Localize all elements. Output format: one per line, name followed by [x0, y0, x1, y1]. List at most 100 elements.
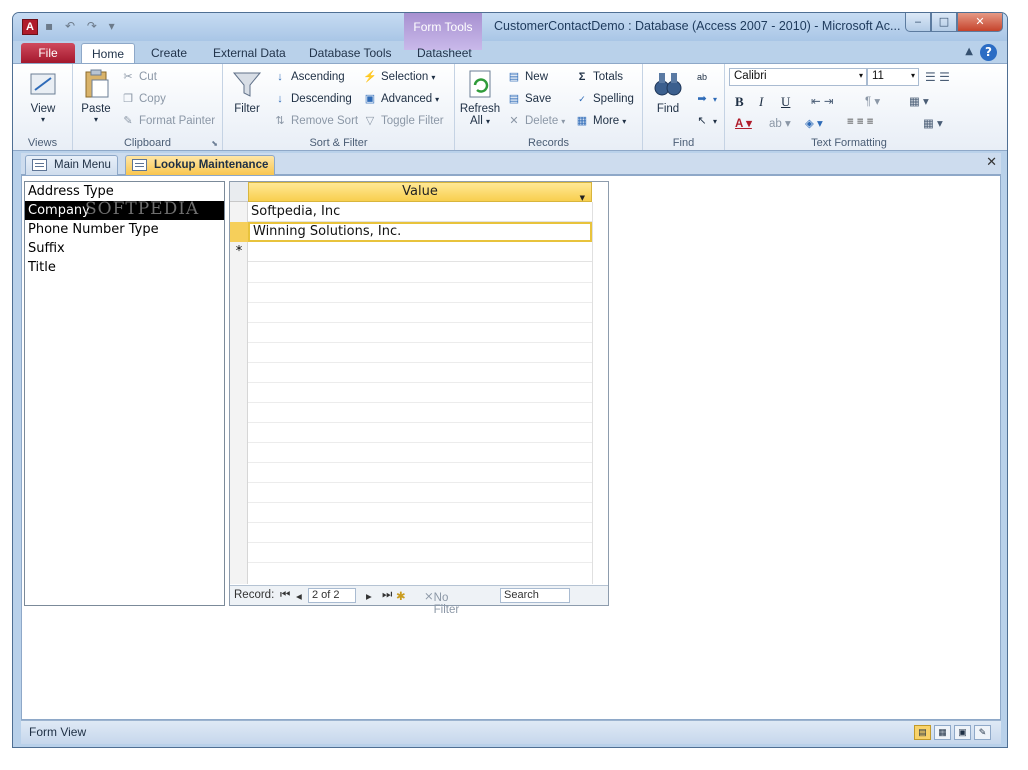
list-item[interactable]: Title	[25, 258, 224, 277]
no-filter-button[interactable]: ⨯ No Filter	[424, 589, 459, 616]
record-navigation-bar: Record: ⏮ ◂ 2 of 2 ▸ ⏭ ✱ ⨯ No Filter Sea…	[230, 585, 608, 616]
previous-record-icon[interactable]: ◂	[296, 589, 302, 603]
alternate-row-color-icon[interactable]: ▦ ▾	[923, 116, 943, 130]
ascending-button[interactable]: ↓ Ascending	[273, 70, 344, 84]
close-button[interactable]: ✕	[957, 13, 1003, 32]
tab-file[interactable]: File	[21, 43, 75, 63]
find-button[interactable]: Find	[645, 68, 691, 115]
search-input[interactable]: Search	[500, 588, 570, 603]
quick-access-toolbar[interactable]: ▪ ↶ ↷ ▾	[45, 19, 119, 33]
italic-icon[interactable]: I	[759, 94, 763, 110]
datasheet-view-icon[interactable]: ▦	[934, 725, 951, 740]
new-record-marker[interactable]: *	[230, 242, 248, 262]
font-name-select[interactable]: Calibri ▾	[729, 68, 867, 86]
next-record-icon[interactable]: ▸	[366, 589, 372, 603]
tab-main-menu[interactable]: Main Menu	[25, 155, 118, 175]
group-label-find: Find	[672, 137, 695, 149]
title-bar: A ▪ ↶ ↷ ▾ Form Tools CustomerContactDemo…	[13, 13, 1007, 50]
replace-icon[interactable]: ab	[695, 70, 713, 84]
refresh-all-button[interactable]: Refresh All ▾	[457, 68, 503, 127]
column-header-value[interactable]: Value ▼	[248, 182, 592, 202]
table-row-current[interactable]: Winning Solutions, Inc.	[248, 222, 592, 242]
paste-button[interactable]: Paste ▾	[77, 68, 115, 124]
list-item-selected[interactable]: Company SOFTPEDIA	[25, 200, 224, 220]
record-position-input[interactable]: 2 of 2	[308, 588, 356, 603]
list-item[interactable]: Suffix	[25, 239, 224, 258]
bullets-icon[interactable]: ☰ ☰	[925, 70, 950, 84]
form-view-icon[interactable]: ▤	[914, 725, 931, 740]
scissors-icon: ✂	[123, 71, 133, 83]
fill-color-icon[interactable]: ◈ ▾	[805, 116, 823, 130]
tab-database-tools[interactable]: Database Tools	[299, 43, 402, 63]
new-blank-record-icon[interactable]: ✱	[396, 589, 406, 603]
save-record-button[interactable]: ▤ Save	[507, 92, 551, 106]
copy-button[interactable]: ❐ Copy	[121, 92, 166, 106]
close-document-icon[interactable]: ✕	[986, 155, 997, 170]
group-text-formatting: Calibri ▾ 11 ▾ ☰ ☰ B I U ⇤ ⇥ ¶ ▾ ▦ ▾ A ▾ a…	[725, 64, 973, 150]
tab-lookup-maintenance[interactable]: Lookup Maintenance	[125, 155, 276, 175]
toggle-filter-icon: ▽	[365, 115, 375, 127]
tab-home[interactable]: Home	[81, 43, 136, 65]
tab-datasheet[interactable]: Datasheet	[407, 43, 482, 63]
remove-sort-button[interactable]: ⇅ Remove Sort	[273, 114, 358, 128]
filter-button[interactable]: Filter	[227, 68, 267, 115]
refresh-icon	[464, 68, 496, 100]
spelling-button[interactable]: ✓ Spelling	[575, 92, 634, 106]
new-record-button[interactable]: ▤ New	[507, 70, 548, 84]
paragraph-direction-icon[interactable]: ¶ ▾	[865, 94, 880, 108]
descending-button[interactable]: ↓ Descending	[273, 92, 351, 106]
table-row[interactable]: Softpedia, Inc	[248, 202, 592, 222]
goto-icon[interactable]: ➡ ▾	[695, 92, 717, 106]
lookup-list[interactable]: Address Type Company SOFTPEDIA Phone Numb…	[24, 181, 225, 606]
cut-button[interactable]: ✂ Cut	[121, 70, 157, 84]
tab-create[interactable]: Create	[141, 43, 197, 63]
record-selector[interactable]	[230, 202, 248, 222]
form-area: Address Type Company SOFTPEDIA Phone Numb…	[21, 175, 1001, 720]
highlight-icon[interactable]: ab ▾	[769, 116, 791, 130]
minimize-ribbon-icon[interactable]: ▲	[965, 46, 973, 57]
advanced-filter-icon: ▣	[364, 93, 376, 105]
align-icons[interactable]: ≡ ≡ ≡	[847, 116, 874, 128]
help-icon[interactable]: ?	[980, 44, 997, 61]
paste-icon	[80, 68, 112, 100]
indent-icons[interactable]: ⇤ ⇥	[811, 94, 833, 108]
form-icon	[32, 159, 47, 171]
toggle-filter-button[interactable]: ▽ Toggle Filter	[363, 114, 444, 128]
select-icon[interactable]: ↖ ▾	[695, 114, 717, 128]
save-icon: ▤	[508, 93, 520, 105]
minimize-button[interactable]: ‒	[905, 13, 931, 32]
select-all-corner[interactable]	[230, 182, 248, 202]
access-window: A ▪ ↶ ↷ ▾ Form Tools CustomerContactDemo…	[12, 12, 1008, 748]
status-view-label: Form View	[29, 725, 87, 739]
font-size-select[interactable]: 11 ▾	[867, 68, 919, 86]
new-record-icon: ▤	[508, 71, 520, 83]
access-app-icon[interactable]: A	[22, 19, 38, 35]
selection-button[interactable]: ⚡ Selection ▾	[363, 70, 435, 84]
totals-button[interactable]: Σ Totals	[575, 70, 623, 84]
advanced-button[interactable]: ▣ Advanced ▾	[363, 92, 439, 106]
layout-view-icon[interactable]: ▣	[954, 725, 971, 740]
maximize-button[interactable]: □	[931, 13, 957, 32]
spelling-icon: ✓	[578, 94, 586, 104]
design-view-icon[interactable]: ✎	[974, 725, 991, 740]
record-selector-current[interactable]	[230, 222, 248, 242]
ribbon-tabs: File Home Create External Data Database …	[13, 41, 1007, 65]
underline-icon[interactable]: U	[781, 94, 790, 110]
font-color-icon[interactable]: A ▾	[735, 116, 752, 130]
delete-record-button[interactable]: ✕ Delete ▾	[507, 114, 565, 128]
window-controls: ‒ □ ✕	[905, 13, 1003, 33]
tab-external-data[interactable]: External Data	[203, 43, 296, 63]
more-button[interactable]: ▦ More ▾	[575, 114, 626, 128]
view-button[interactable]: View ▾	[21, 68, 65, 124]
gridlines-icon[interactable]: ▦ ▾	[909, 94, 929, 108]
list-item[interactable]: Phone Number Type	[25, 220, 224, 239]
table-row-new[interactable]	[248, 242, 592, 262]
last-record-icon[interactable]: ⏭	[382, 589, 392, 602]
sort-ascending-icon: ↓	[277, 71, 283, 83]
datasheet-subform: Value ▼ Softpedia, Inc Winning Solutions,…	[229, 181, 609, 616]
first-record-icon[interactable]: ⏮	[280, 589, 290, 602]
format-painter-button[interactable]: ✎ Format Painter	[121, 114, 215, 128]
dialog-launcher-icon[interactable]: ⬊	[211, 139, 218, 148]
group-records: Refresh All ▾ ▤ New ▤ Save ✕ Delete ▾ Σ Total…	[455, 64, 643, 150]
bold-icon[interactable]: B	[735, 94, 744, 110]
